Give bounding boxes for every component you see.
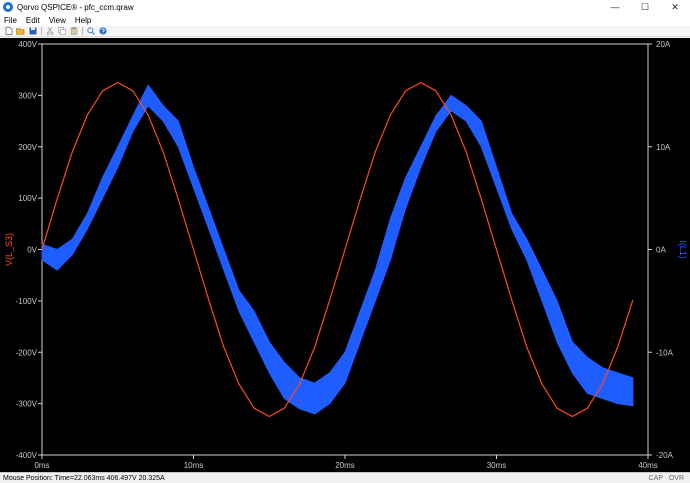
- right-axis-label[interactable]: I(L1): [678, 240, 688, 259]
- x-tick-label: 30ms: [487, 461, 507, 470]
- mouse-position-readout: Mouse Position: Time=22.063ms 406.497V 2…: [3, 474, 165, 482]
- zoom-icon[interactable]: [86, 27, 95, 35]
- current-trace-layer: [41, 84, 634, 415]
- window-controls: — ☐ ✕: [600, 0, 690, 14]
- left-tick-label: -400V: [16, 451, 38, 460]
- left-tick-label: 200V: [18, 143, 37, 152]
- menu-view[interactable]: View: [49, 16, 66, 25]
- x-tick-label: 20ms: [335, 461, 355, 470]
- left-tick-label: -100V: [16, 297, 38, 306]
- status-flags: CAP OVR: [645, 475, 684, 482]
- close-button[interactable]: ✕: [660, 0, 690, 14]
- title-bar: Qorvo QSPICE® - pfc_ccm.qraw — ☐ ✕: [0, 0, 690, 14]
- x-axis-ticks: 0ms 10ms 20ms 30ms 40ms: [34, 455, 658, 470]
- menu-help[interactable]: Help: [75, 16, 91, 25]
- right-tick-label: 20A: [656, 40, 671, 49]
- toolbar-separator: [82, 27, 83, 35]
- new-icon[interactable]: [4, 27, 13, 35]
- copy-icon[interactable]: [57, 27, 66, 35]
- paste-icon[interactable]: [69, 27, 78, 35]
- waveform-plot[interactable]: 400V 300V 200V 100V 0V -100V -200V -300V -400V 2…: [0, 38, 690, 472]
- right-tick-label: -20A: [656, 451, 674, 460]
- toolbar: [0, 26, 690, 37]
- right-axis-ticks: 20A 10A 0A -10A -20A: [648, 40, 674, 460]
- left-tick-label: 100V: [18, 194, 37, 203]
- overwrite-indicator: OVR: [668, 474, 684, 482]
- menu-bar: File Edit View Help: [0, 14, 690, 26]
- menu-edit[interactable]: Edit: [26, 16, 40, 25]
- current-trace-il1: [41, 84, 634, 415]
- help-icon[interactable]: [98, 27, 107, 35]
- left-tick-label: 400V: [18, 40, 37, 49]
- right-tick-label: 10A: [656, 143, 671, 152]
- qspice-app-icon: [3, 2, 13, 12]
- x-tick-label: 40ms: [638, 461, 658, 470]
- window-title: Qorvo QSPICE® - pfc_ccm.qraw: [17, 2, 134, 12]
- right-tick-label: 0A: [656, 246, 666, 255]
- waveform-canvas[interactable]: 400V 300V 200V 100V 0V -100V -200V -300V -400V 2…: [0, 38, 690, 472]
- minimize-button[interactable]: —: [600, 0, 630, 14]
- maximize-button[interactable]: ☐: [630, 0, 660, 14]
- cut-icon[interactable]: [45, 27, 54, 35]
- left-axis-label[interactable]: V(L_S3): [4, 233, 14, 266]
- menu-file[interactable]: File: [4, 16, 17, 25]
- toolbar-separator: [41, 27, 42, 35]
- x-tick-label: 0ms: [34, 461, 49, 470]
- left-tick-label: 300V: [18, 91, 37, 100]
- status-bar: Mouse Position: Time=22.063ms 406.497V 2…: [0, 472, 690, 483]
- right-tick-label: -10A: [656, 348, 674, 357]
- save-icon[interactable]: [28, 27, 37, 35]
- left-axis-ticks: 400V 300V 200V 100V 0V -100V -200V -300V -400V: [16, 40, 42, 460]
- caps-lock-indicator: CAP: [648, 474, 663, 482]
- left-tick-label: -300V: [16, 400, 38, 409]
- left-tick-label: 0V: [27, 246, 37, 255]
- left-tick-label: -200V: [16, 348, 38, 357]
- open-icon[interactable]: [16, 27, 25, 35]
- x-tick-label: 10ms: [184, 461, 204, 470]
